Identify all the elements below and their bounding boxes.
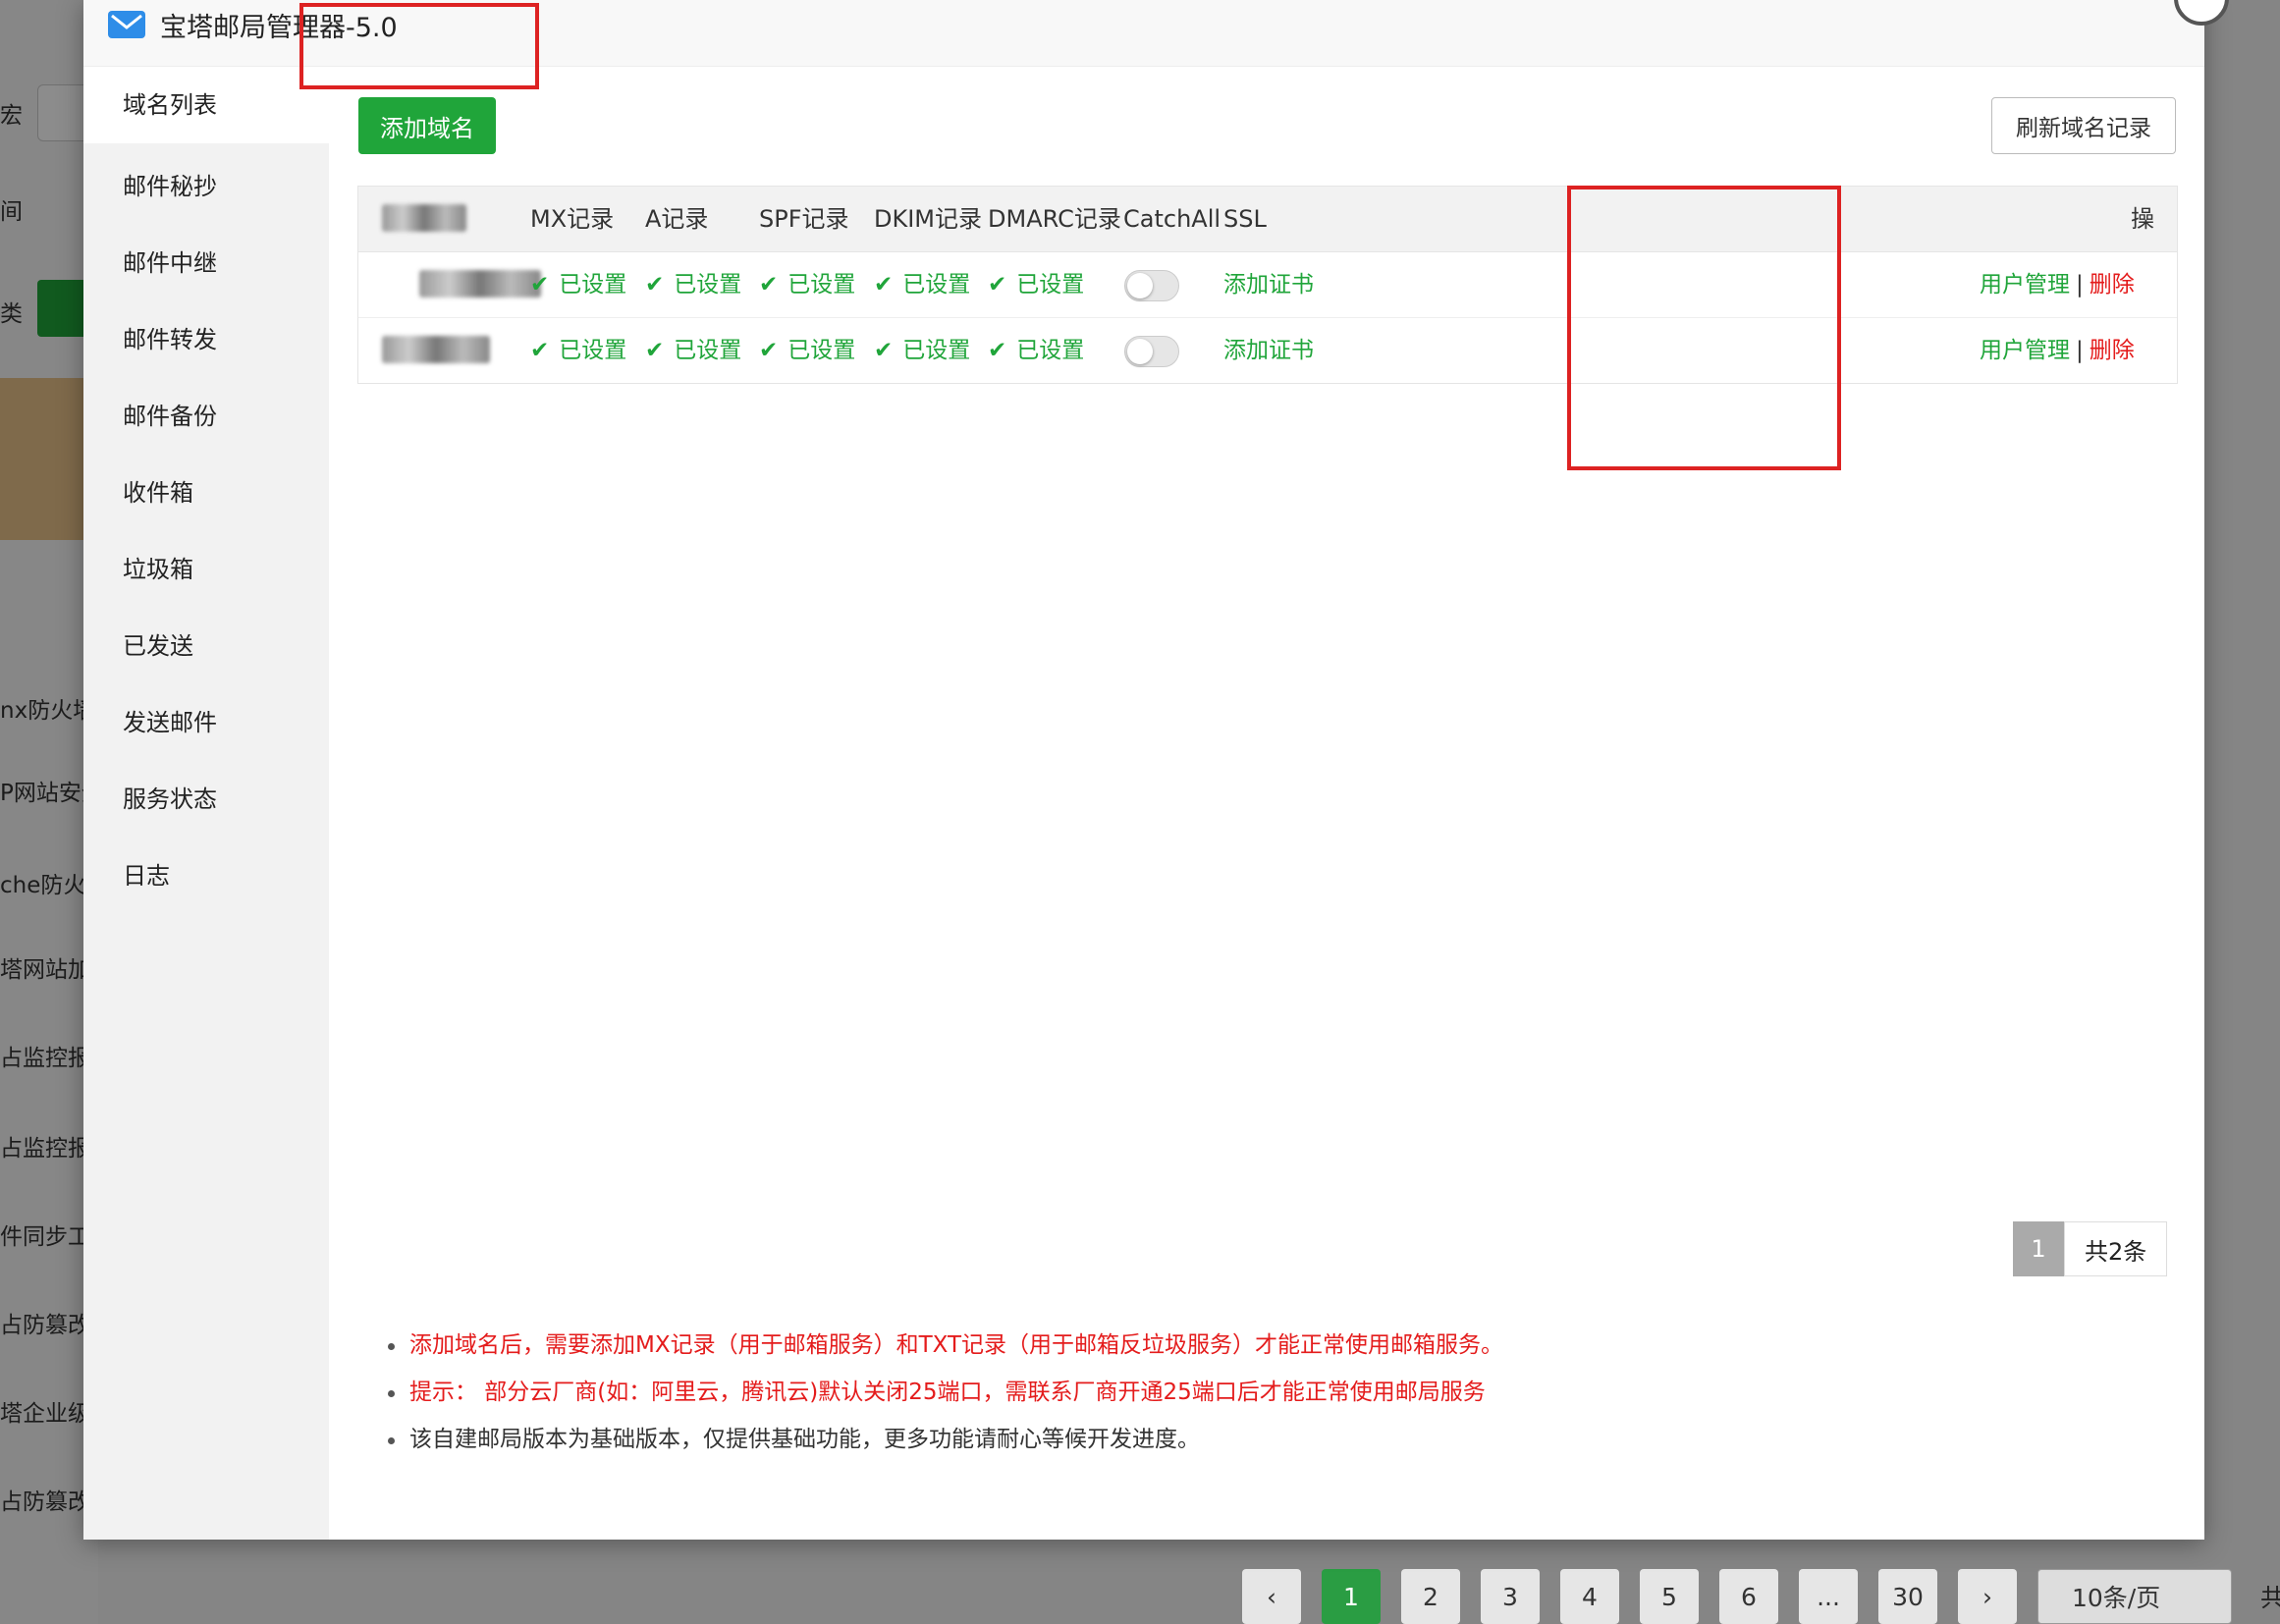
header-ssl: SSL bbox=[1223, 205, 1267, 233]
user-management-link[interactable]: 用户管理 bbox=[1980, 338, 2070, 363]
sidebar-item-mail-forward[interactable]: 邮件转发 bbox=[123, 320, 217, 354]
a-status: ✔ 已设置 bbox=[645, 252, 741, 317]
check-icon: ✔ bbox=[645, 338, 665, 363]
row-actions: 用户管理 | 删除 bbox=[1980, 318, 2135, 383]
sidebar-item-send-mail[interactable]: 发送邮件 bbox=[123, 703, 217, 737]
tip-item: 该自建邮局版本为基础版本，仅提供基础功能，更多功能请耐心等候开发进度。 bbox=[388, 1416, 2175, 1463]
catchall-toggle[interactable] bbox=[1124, 270, 1179, 301]
mail-manager-dialog: 宝塔邮局管理器-5.0 域名列表 邮件秘抄 邮件中继 邮件转发 邮件备份 收件箱… bbox=[83, 0, 2229, 1540]
domain-table: MX记录 A记录 SPF记录 DKIM记录 DMARC记录 CatchAll S… bbox=[357, 186, 2178, 384]
check-icon: ✔ bbox=[759, 272, 779, 298]
delete-link[interactable]: 删除 bbox=[2090, 338, 2135, 363]
mx-status: ✔ 已设置 bbox=[530, 318, 626, 383]
sidebar-item-mail-relay[interactable]: 邮件中继 bbox=[123, 244, 217, 278]
domain-list-panel: 添加域名 刷新域名记录 MX记录 A记录 SPF记录 DKIM记录 DMARC记… bbox=[329, 67, 2204, 1540]
refresh-domain-records-button[interactable]: 刷新域名记录 bbox=[1991, 97, 2176, 154]
domain-column-header-blurred bbox=[382, 204, 466, 232]
dialog-sidebar: 域名列表 邮件秘抄 邮件中继 邮件转发 邮件备份 收件箱 垃圾箱 已发送 发送邮… bbox=[83, 67, 329, 1540]
add-domain-button[interactable]: 添加域名 bbox=[358, 97, 496, 154]
tip-item: 提示： 部分云厂商(如：阿里云，腾讯云)默认关闭25端口，需联系厂商开通25端口… bbox=[388, 1369, 2175, 1416]
background-page-ellipsis: ... bbox=[1799, 1569, 1858, 1624]
background-page-button: 2 bbox=[1401, 1569, 1460, 1624]
toggle-knob bbox=[1127, 273, 1153, 298]
sidebar-item-logs[interactable]: 日志 bbox=[123, 856, 170, 891]
table-header: MX记录 A记录 SPF记录 DKIM记录 DMARC记录 CatchAll S… bbox=[358, 187, 2177, 298]
header-dkim: DKIM记录 bbox=[874, 205, 983, 233]
annotation-box-ssl bbox=[1567, 186, 1841, 470]
current-page-button[interactable]: 1 bbox=[2013, 1221, 2064, 1276]
header-spf: SPF记录 bbox=[759, 205, 849, 233]
tips-list: 添加域名后，需要添加MX记录（用于邮箱服务）和TXT记录（用于邮箱反垃圾服务）才… bbox=[388, 1322, 2175, 1463]
toggle-knob bbox=[1127, 339, 1153, 364]
spf-status: ✔ 已设置 bbox=[759, 252, 855, 317]
header-a: A记录 bbox=[645, 205, 709, 233]
check-icon: ✔ bbox=[530, 338, 550, 363]
action-separator: | bbox=[2076, 272, 2084, 298]
tip-item: 添加域名后，需要添加MX记录（用于邮箱服务）和TXT记录（用于邮箱反垃圾服务）才… bbox=[388, 1322, 2175, 1369]
background-page-button: 30 bbox=[1878, 1569, 1937, 1624]
dmarc-status: ✔ 已设置 bbox=[988, 252, 1084, 317]
background-page-button: 1 bbox=[1322, 1569, 1381, 1624]
background-prev-page-button: ‹ bbox=[1242, 1569, 1301, 1624]
sidebar-item-domain-list[interactable]: 域名列表 bbox=[83, 67, 329, 143]
add-certificate-link[interactable]: 添加证书 bbox=[1223, 318, 1314, 383]
check-icon: ✔ bbox=[988, 272, 1007, 298]
background-page-button: 5 bbox=[1640, 1569, 1699, 1624]
dkim-status: ✔ 已设置 bbox=[874, 318, 970, 383]
envelope-icon bbox=[108, 11, 145, 38]
action-separator: | bbox=[2076, 338, 2084, 363]
table-pagination: 1 共2条 bbox=[2013, 1221, 2168, 1276]
total-count-label: 共2条 bbox=[2064, 1221, 2168, 1276]
row-actions: 用户管理 | 删除 bbox=[1980, 252, 2135, 317]
check-icon: ✔ bbox=[874, 272, 894, 298]
background-total-label: 共 bbox=[2260, 1584, 2280, 1612]
sidebar-item-inbox[interactable]: 收件箱 bbox=[123, 473, 193, 508]
check-icon: ✔ bbox=[759, 338, 779, 363]
delete-link[interactable]: 删除 bbox=[2090, 272, 2135, 298]
background-next-page-button: › bbox=[1958, 1569, 2017, 1624]
catchall-toggle[interactable] bbox=[1124, 336, 1179, 367]
background-page-button: 6 bbox=[1719, 1569, 1778, 1624]
dkim-status: ✔ 已设置 bbox=[874, 252, 970, 317]
header-catchall: CatchAll bbox=[1123, 205, 1221, 233]
sidebar-item-sent[interactable]: 已发送 bbox=[123, 626, 193, 661]
a-status: ✔ 已设置 bbox=[645, 318, 741, 383]
user-management-link[interactable]: 用户管理 bbox=[1980, 272, 2070, 298]
annotation-box-title bbox=[299, 3, 539, 89]
domain-name-blurred bbox=[419, 270, 541, 298]
sidebar-item-spam[interactable]: 垃圾箱 bbox=[123, 550, 193, 584]
sidebar-item-mail-backup[interactable]: 邮件备份 bbox=[123, 397, 217, 431]
add-certificate-link[interactable]: 添加证书 bbox=[1223, 252, 1314, 317]
background-page-button: 3 bbox=[1481, 1569, 1540, 1624]
sidebar-item-service-status[interactable]: 服务状态 bbox=[123, 780, 217, 814]
mx-status: ✔ 已设置 bbox=[530, 252, 626, 317]
sidebar-item-mail-bcc[interactable]: 邮件秘抄 bbox=[123, 167, 217, 201]
check-icon: ✔ bbox=[645, 272, 665, 298]
header-mx: MX记录 bbox=[530, 205, 615, 233]
background-pagination: ‹ 1 2 3 4 5 6 ... 30 › 10条/页 共 bbox=[1242, 1569, 2280, 1624]
table-row: ✔ 已设置 ✔ 已设置 ✔ 已设置 ✔ 已设置 ✔ 已设置 添加证书 用户管理 | 删除 bbox=[358, 252, 2177, 318]
background-page-size-select: 10条/页 bbox=[2037, 1569, 2232, 1624]
dmarc-status: ✔ 已设置 bbox=[988, 318, 1084, 383]
check-icon: ✔ bbox=[988, 338, 1007, 363]
background-page-button: 4 bbox=[1560, 1569, 1619, 1624]
spf-status: ✔ 已设置 bbox=[759, 318, 855, 383]
check-icon: ✔ bbox=[530, 272, 550, 298]
domain-name-blurred bbox=[382, 336, 490, 363]
table-row: ✔ 已设置 ✔ 已设置 ✔ 已设置 ✔ 已设置 ✔ 已设置 添加证书 用户管理 | 删除 bbox=[358, 318, 2177, 383]
header-dmarc: DMARC记录 bbox=[988, 205, 1121, 233]
check-icon: ✔ bbox=[874, 338, 894, 363]
